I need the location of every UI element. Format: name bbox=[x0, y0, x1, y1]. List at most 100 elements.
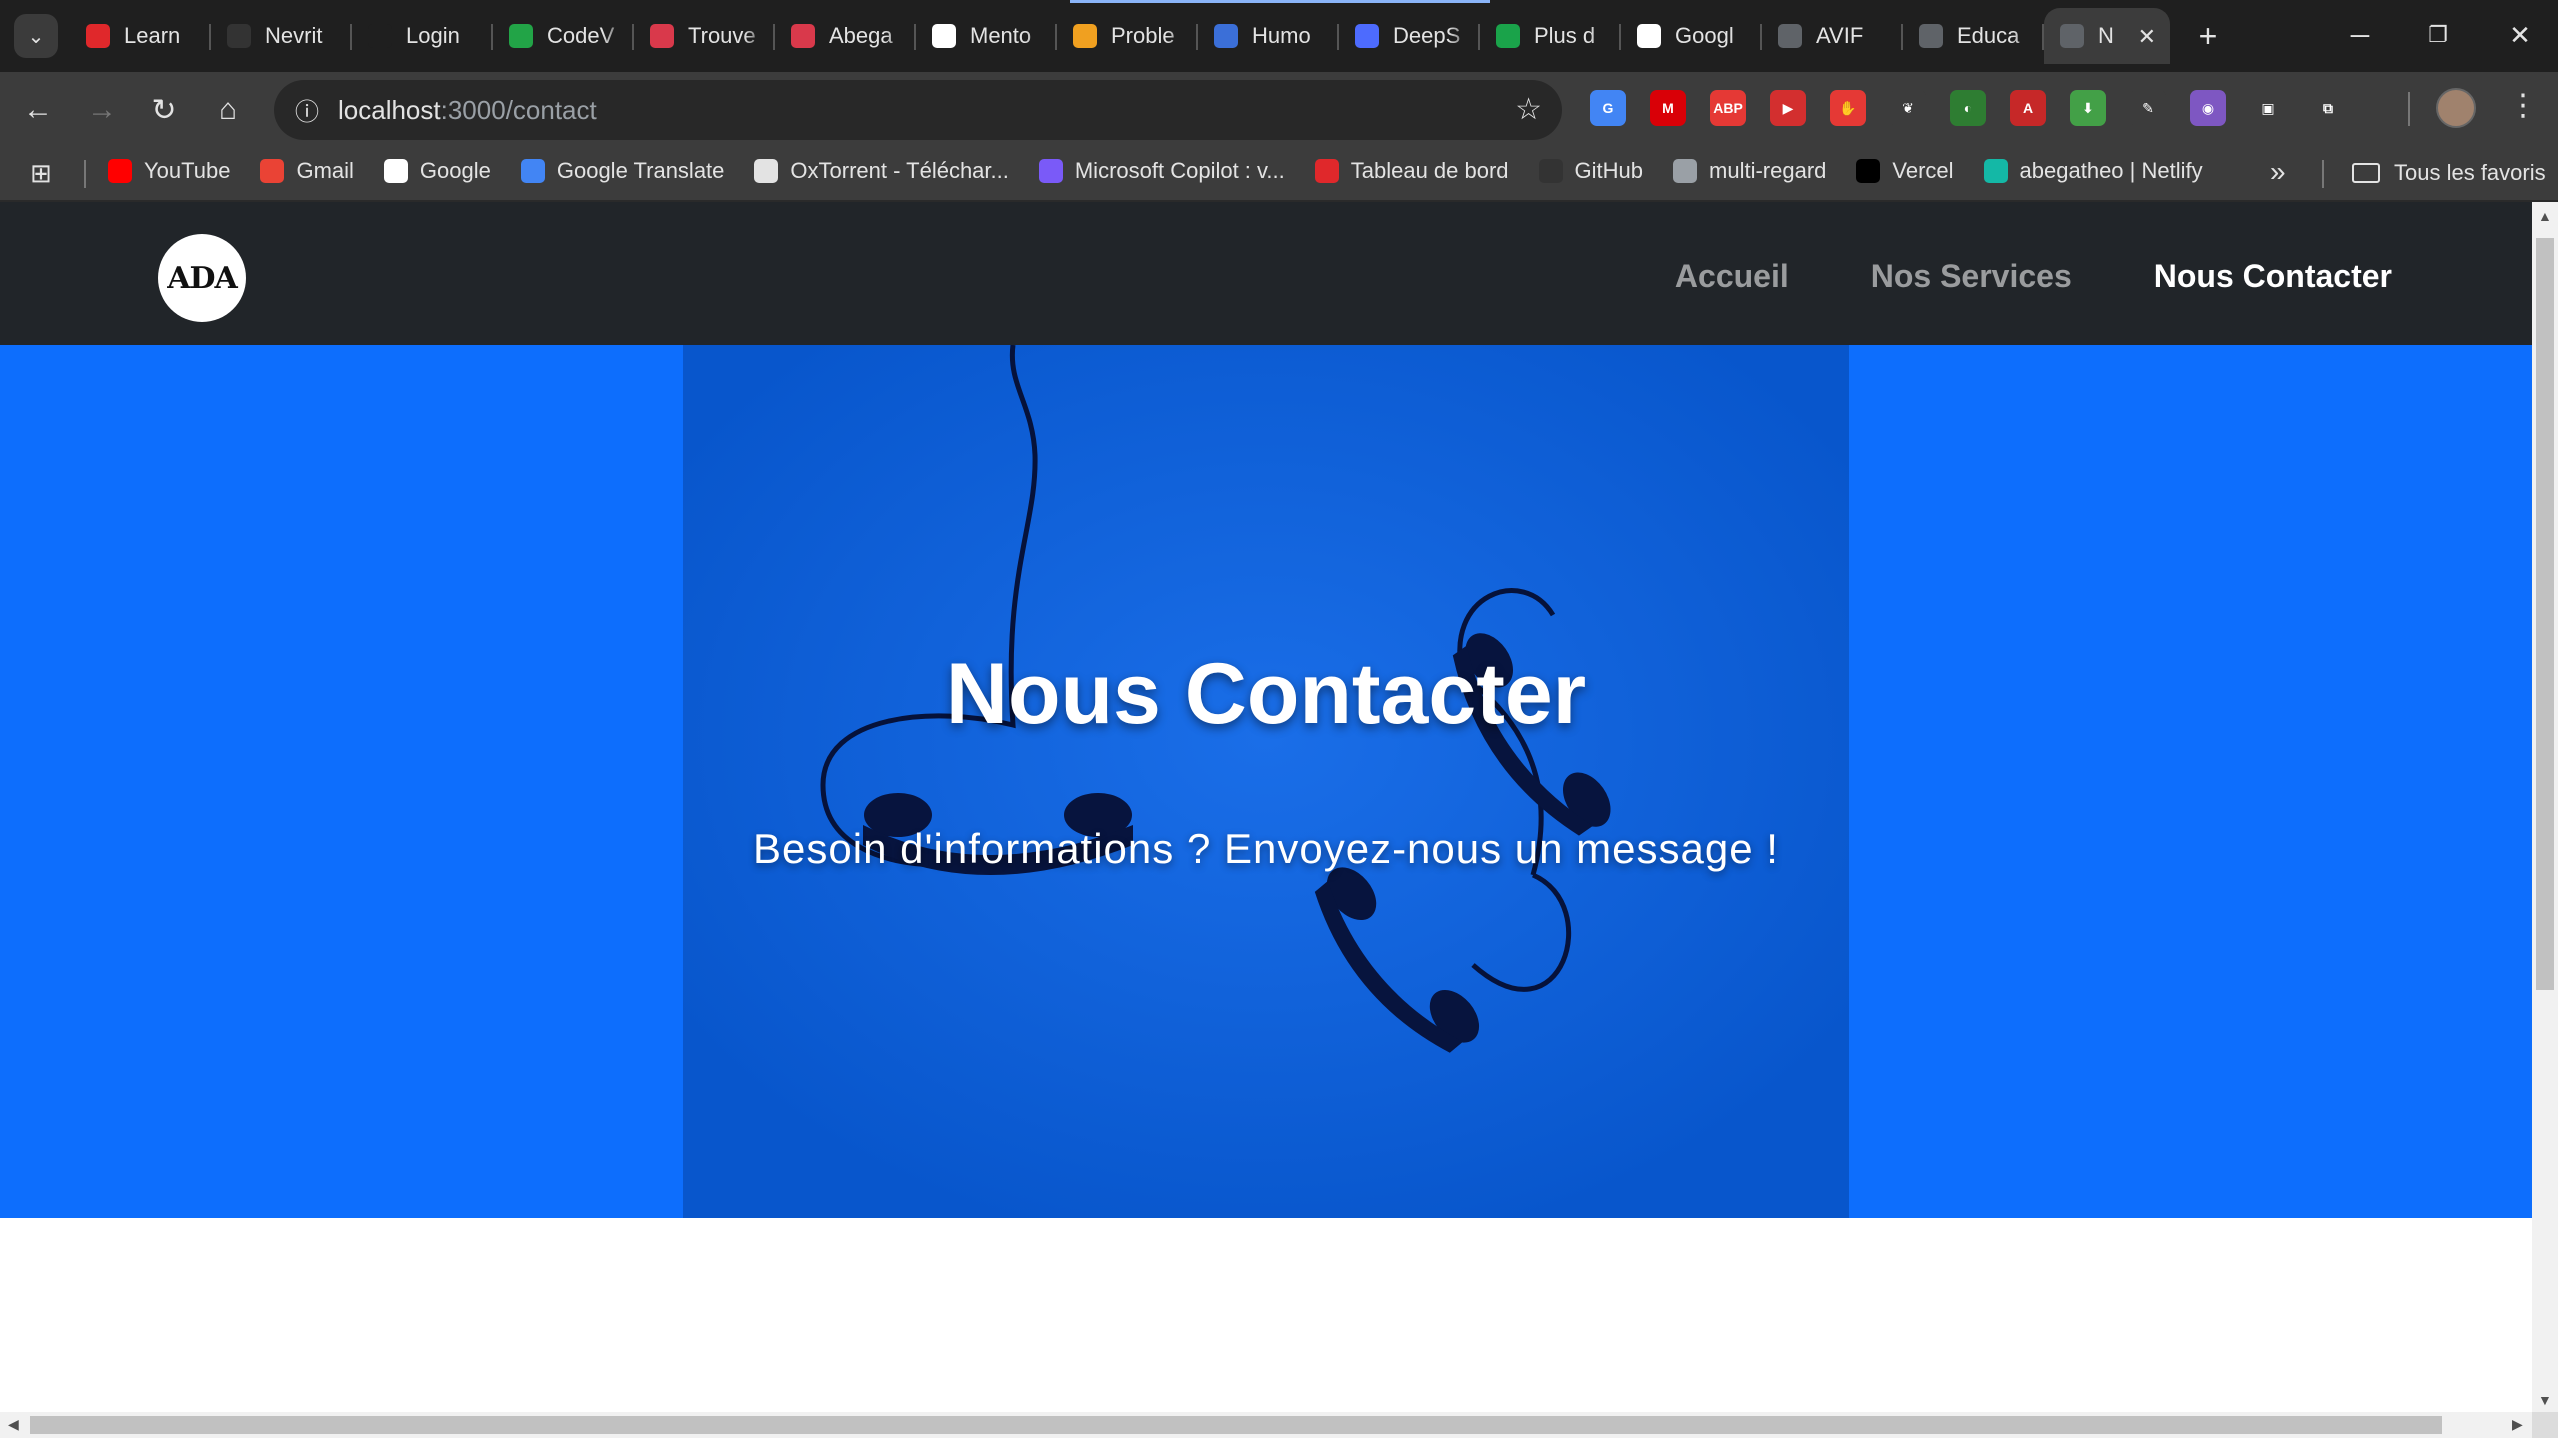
browser-tab[interactable]: Mento bbox=[916, 8, 1057, 64]
browser-tab[interactable]: Plus d bbox=[1480, 8, 1621, 64]
px-icon bbox=[1496, 24, 1520, 48]
nav-link-nos-services[interactable]: Nos Services bbox=[1871, 258, 2072, 295]
forward-arrow-icon[interactable]: → bbox=[78, 86, 126, 134]
nav-link-accueil[interactable]: Accueil bbox=[1675, 258, 1789, 295]
site-info-icon[interactable]: ⓘ bbox=[290, 92, 324, 126]
profile-avatar[interactable] bbox=[2436, 88, 2476, 128]
url-text[interactable]: localhost:3000/contact bbox=[338, 95, 597, 126]
browser-tab[interactable]: AVIF bbox=[1762, 8, 1903, 64]
tab-title: Googl bbox=[1675, 23, 1734, 48]
bookmark-item[interactable]: Gmail bbox=[260, 158, 354, 184]
horizontal-scrollbar[interactable]: ◀ ▶ bbox=[0, 1412, 2532, 1438]
color-ext-icon[interactable]: ◐ bbox=[1950, 90, 1986, 126]
extensions-bar: G M ABP ▶ ✋ ❦ ◐ A ⬇ ✎ ◉ ▣ ⧉ bbox=[1590, 90, 2346, 126]
folder-icon bbox=[2352, 163, 2380, 183]
bookmark-label: YouTube bbox=[144, 158, 231, 183]
browser-tab[interactable]: Educa bbox=[1903, 8, 2044, 64]
all-bookmarks-button[interactable]: Tous les favoris bbox=[2352, 160, 2546, 186]
nav-link-nous-contacter[interactable]: Nous Contacter bbox=[2154, 258, 2392, 295]
browser-tab[interactable]: Proble bbox=[1057, 8, 1198, 64]
opera-icon bbox=[86, 24, 110, 48]
gnome-ext-icon[interactable]: ❦ bbox=[1890, 90, 1926, 126]
site-navbar: ADA Accueil Nos Services Nous Contacter bbox=[0, 202, 2532, 345]
minimize-icon[interactable]: ─ bbox=[2330, 10, 2390, 60]
browser-tab[interactable]: Login bbox=[352, 8, 493, 64]
tab-title: Nevrit bbox=[265, 23, 323, 48]
vercel-icon bbox=[1856, 159, 1881, 183]
tab-title: Login bbox=[406, 23, 460, 48]
restore-icon[interactable]: ❐ bbox=[2408, 10, 2468, 60]
scroll-left-arrow-icon[interactable]: ◀ bbox=[8, 1416, 19, 1433]
close-window-icon[interactable]: ✕ bbox=[2490, 10, 2550, 60]
scroll-down-arrow-icon[interactable]: ▼ bbox=[2538, 1392, 2552, 1408]
bookmark-label: abegatheo | Netlify bbox=[2019, 158, 2203, 183]
nav-links: Accueil Nos Services Nous Contacter bbox=[1675, 258, 2392, 295]
adblock-hand-ext-icon[interactable]: ✋ bbox=[1830, 90, 1866, 126]
eyedropper-ext-icon[interactable]: ✎ bbox=[2130, 90, 2166, 126]
github-icon bbox=[1538, 159, 1563, 183]
bookmark-item[interactable]: Microsoft Copilot : v... bbox=[1038, 158, 1285, 184]
tab-title: Plus d bbox=[1534, 23, 1596, 48]
bookmark-item[interactable]: Tableau de bord bbox=[1314, 158, 1509, 184]
ada-logo[interactable]: ADA bbox=[158, 234, 246, 322]
translate-icon bbox=[520, 159, 545, 183]
browser-tab[interactable]: Googl bbox=[1621, 8, 1762, 64]
video-ext-icon[interactable]: ▶ bbox=[1770, 90, 1806, 126]
bookmark-label: Google Translate bbox=[556, 158, 725, 183]
tab-title: Abega bbox=[829, 23, 893, 48]
vertical-scrollbar[interactable]: ▲ ▼ bbox=[2532, 202, 2558, 1412]
browser-tab[interactable]: Humo bbox=[1198, 8, 1339, 64]
kebab-menu-icon[interactable]: ⋮ bbox=[2508, 88, 2538, 123]
scroll-right-arrow-icon[interactable]: ▶ bbox=[2512, 1416, 2523, 1433]
address-bar[interactable]: ⓘ localhost:3000/contact ☆ bbox=[274, 80, 1562, 140]
bookmark-item[interactable]: YouTube bbox=[108, 158, 230, 184]
bookmarks-divider bbox=[2322, 160, 2324, 188]
browser-tab[interactable]: Trouve bbox=[634, 8, 775, 64]
page-icon bbox=[1673, 159, 1698, 183]
bookmark-item[interactable]: GitHub bbox=[1538, 158, 1644, 184]
apps-grid-icon[interactable]: ⊞ bbox=[30, 158, 52, 189]
browser-tab[interactable]: CodeV bbox=[493, 8, 634, 64]
bookmark-item[interactable]: multi-regard bbox=[1673, 158, 1826, 184]
contact-hero: Nous Contacter Besoin d'informations ? E… bbox=[0, 345, 2532, 1218]
chrome-color-ext-icon[interactable]: ◉ bbox=[2190, 90, 2226, 126]
tab-title: Learn bbox=[124, 23, 181, 48]
more-bookmarks-icon[interactable]: » bbox=[2270, 156, 2286, 188]
plus-icon bbox=[509, 24, 533, 48]
bookmark-item[interactable]: OxTorrent - Téléchar... bbox=[754, 158, 1009, 184]
close-tab-icon[interactable]: ✕ bbox=[2138, 24, 2156, 50]
bookmark-item[interactable]: Vercel bbox=[1856, 158, 1954, 184]
bookmark-label: Google bbox=[419, 158, 491, 183]
bookmark-label: GitHub bbox=[1574, 158, 1644, 183]
page-icon bbox=[754, 159, 779, 183]
bookmark-star-icon[interactable]: ☆ bbox=[1515, 92, 1542, 127]
browser-tab[interactable]: N ✕ bbox=[2044, 8, 2170, 64]
bookmarks-divider bbox=[84, 160, 86, 188]
download-ext-icon[interactable]: ⬇ bbox=[2070, 90, 2106, 126]
scroll-up-arrow-icon[interactable]: ▲ bbox=[2538, 208, 2552, 224]
youtube-icon bbox=[108, 159, 132, 183]
browser-tab[interactable]: Abega bbox=[775, 8, 916, 64]
horizontal-scroll-thumb[interactable] bbox=[30, 1416, 2442, 1434]
new-tab-button[interactable]: + bbox=[2186, 14, 2230, 58]
reload-icon[interactable]: ↻ bbox=[140, 86, 188, 134]
home-icon[interactable]: ⌂ bbox=[204, 86, 252, 134]
tab-search-chevron-icon[interactable]: ⌄ bbox=[14, 14, 58, 58]
globe-icon bbox=[1778, 24, 1802, 48]
bookmark-item[interactable]: Google Translate bbox=[520, 158, 725, 184]
mega-ext-icon[interactable]: M bbox=[1650, 90, 1686, 126]
tab-title: Educa bbox=[1957, 23, 2020, 48]
vertical-scroll-thumb[interactable] bbox=[2536, 238, 2554, 990]
browser-tab[interactable]: Learn bbox=[70, 8, 211, 64]
pdf-ext-icon[interactable]: A bbox=[2010, 90, 2046, 126]
browser-tab[interactable]: Nevrit bbox=[211, 8, 352, 64]
google-translate-ext-icon[interactable]: G bbox=[1590, 90, 1626, 126]
bookmark-item[interactable]: abegatheo | Netlify bbox=[1983, 158, 2203, 184]
bookmark-list: YouTube Gmail Google Google Translate OxTorr… bbox=[108, 158, 2203, 184]
tab-ext-icon[interactable]: ▣ bbox=[2250, 90, 2286, 126]
puzzle-ext-icon[interactable]: ⧉ bbox=[2310, 90, 2346, 126]
back-arrow-icon[interactable]: ← bbox=[14, 86, 62, 134]
bookmark-item[interactable]: Google bbox=[383, 158, 491, 184]
browser-tab[interactable]: DeepS bbox=[1339, 8, 1480, 64]
adblock-plus-ext-icon[interactable]: ABP bbox=[1710, 90, 1746, 126]
